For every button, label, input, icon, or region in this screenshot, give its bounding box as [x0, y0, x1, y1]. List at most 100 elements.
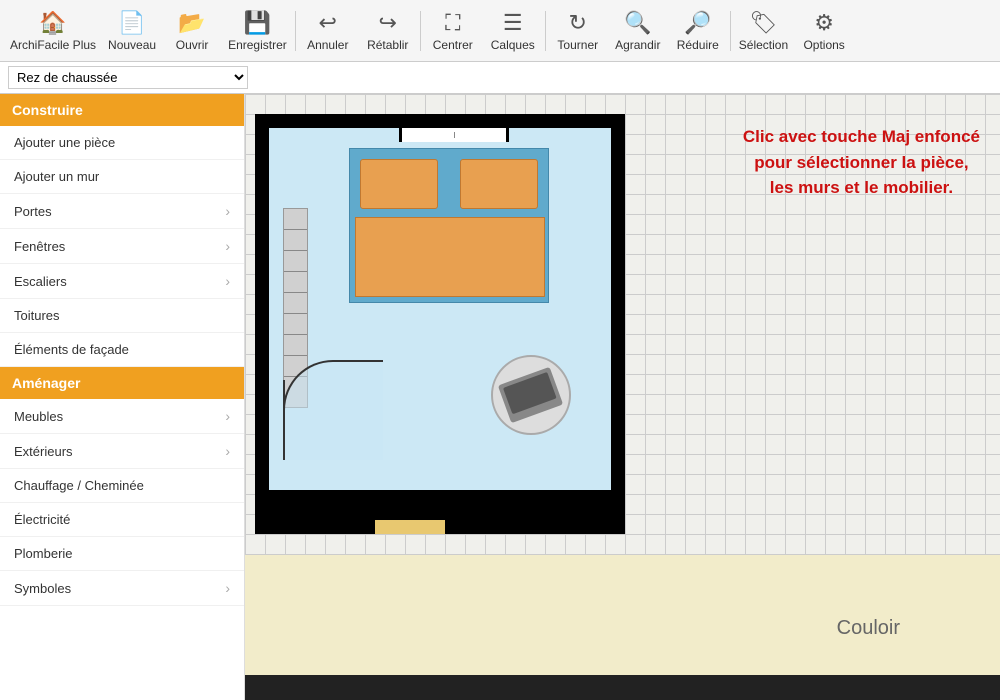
pillow-right: [460, 159, 538, 209]
corridor-wall: [255, 504, 625, 534]
options-label: Options: [803, 38, 844, 52]
window-top: [399, 128, 509, 142]
sidebar-item-exterieurs[interactable]: Extérieurs ›: [0, 434, 244, 469]
sidebar-item-electricite[interactable]: Électricité: [0, 503, 244, 537]
desk: [491, 355, 581, 440]
corridor-background: [245, 555, 1000, 675]
sidebar: Construire Ajouter une pièce Ajouter un mu…: [0, 94, 245, 700]
door-arc-inner: [283, 360, 383, 460]
sidebar-item-label-elements-facade: Éléments de façade: [14, 342, 129, 357]
tooltip-text: Clic avec touche Maj enfoncépour sélecti…: [743, 124, 980, 201]
annuler-label: Annuler: [307, 38, 348, 52]
sidebar-arrow-exterieurs: ›: [225, 443, 230, 459]
toolbar-item-agrandir[interactable]: 🔍 Agrandir: [608, 3, 668, 59]
main-layout: Construire Ajouter une pièce Ajouter un mu…: [0, 94, 1000, 700]
centrer-label: Centrer: [433, 38, 473, 52]
sidebar-section-construire: Construire: [0, 94, 244, 126]
agrandir-icon: 🔍: [624, 10, 651, 36]
sidebar-item-fenetres[interactable]: Fenêtres ›: [0, 229, 244, 264]
room-inner: [269, 128, 611, 490]
sidebar-item-toitures[interactable]: Toitures: [0, 299, 244, 333]
calques-label: Calques: [491, 38, 535, 52]
reduire-icon: 🔎: [684, 10, 711, 36]
blanket: [355, 217, 545, 297]
sidebar-arrow-meubles: ›: [225, 408, 230, 424]
door-opening: [375, 520, 445, 534]
sidebar-item-chauffage[interactable]: Chauffage / Cheminée: [0, 469, 244, 503]
sidebar-item-plomberie[interactable]: Plomberie: [0, 537, 244, 571]
toolbar-item-ouvrir[interactable]: 📂 Ouvrir: [162, 3, 222, 59]
couloir-label: Couloir: [837, 617, 900, 640]
sidebar-item-label-portes: Portes: [14, 204, 52, 219]
sidebar-item-label-plomberie: Plomberie: [14, 546, 73, 561]
floorplan: [255, 114, 635, 534]
annuler-icon: ↩: [319, 10, 337, 36]
pillow-left: [360, 159, 438, 209]
sidebar-item-elements-facade[interactable]: Éléments de façade: [0, 333, 244, 367]
calques-icon: ☰: [503, 10, 523, 36]
retablir-label: Rétablir: [367, 38, 408, 52]
sidebar-item-label-ajouter-mur: Ajouter un mur: [14, 169, 99, 184]
door-arc: [283, 360, 383, 460]
toolbar-separator: [420, 11, 421, 51]
sidebar-item-label-ajouter-piece: Ajouter une pièce: [14, 135, 115, 150]
sidebar-item-label-chauffage: Chauffage / Cheminée: [14, 478, 144, 493]
toolbar-item-retablir[interactable]: ↪ Rétablir: [358, 3, 418, 59]
toolbar-separator: [730, 11, 731, 51]
sidebar-item-label-exterieurs: Extérieurs: [14, 444, 73, 459]
toolbar-separator: [545, 11, 546, 51]
sidebar-item-label-symboles: Symboles: [14, 581, 71, 596]
agrandir-label: Agrandir: [615, 38, 660, 52]
toolbar-item-centrer[interactable]: ⛶ Centrer: [423, 3, 483, 59]
sidebar-item-symboles[interactable]: Symboles ›: [0, 571, 244, 606]
room-outer-wall: [255, 114, 625, 504]
toolbar-item-enregistrer[interactable]: 💾 Enregistrer: [222, 3, 293, 59]
toolbar: 🏠 ArchiFacile Plus 📄 Nouveau 📂 Ouvrir 💾 …: [0, 0, 1000, 62]
toolbar-item-annuler[interactable]: ↩ Annuler: [298, 3, 358, 59]
enregistrer-icon: 💾: [244, 10, 271, 36]
nouveau-icon: 📄: [118, 10, 145, 36]
toolbar-item-nouveau[interactable]: 📄 Nouveau: [102, 3, 162, 59]
sidebar-item-label-escaliers: Escaliers: [14, 274, 67, 289]
ouvrir-icon: 📂: [178, 10, 205, 36]
bed: [349, 148, 549, 303]
sidebar-item-label-meubles: Meubles: [14, 409, 63, 424]
bottom-bar: [245, 675, 1000, 700]
retablir-icon: ↪: [379, 10, 397, 36]
selection-label: Sélection: [739, 38, 788, 52]
tourner-label: Tourner: [557, 38, 598, 52]
options-icon: ⚙: [814, 10, 834, 36]
sidebar-item-label-fenetres: Fenêtres: [14, 239, 65, 254]
tourner-icon: ↻: [569, 10, 587, 36]
sidebar-item-ajouter-mur[interactable]: Ajouter un mur: [0, 160, 244, 194]
sidebar-item-escaliers[interactable]: Escaliers ›: [0, 264, 244, 299]
toolbar-item-options[interactable]: ⚙ Options: [794, 3, 854, 59]
floor-selector: Rez de chaussée1er étage2ème étage: [0, 62, 1000, 94]
centrer-icon: ⛶: [445, 10, 460, 36]
selection-icon: 🏷: [749, 10, 777, 36]
sidebar-item-meubles[interactable]: Meubles ›: [0, 399, 244, 434]
sidebar-item-portes[interactable]: Portes ›: [0, 194, 244, 229]
sidebar-arrow-escaliers: ›: [225, 273, 230, 289]
sidebar-arrow-fenetres: ›: [225, 238, 230, 254]
sidebar-arrow-symboles: ›: [225, 580, 230, 596]
nouveau-label: Nouveau: [108, 38, 156, 52]
toolbar-item-selection[interactable]: 🏷 Sélection: [733, 3, 794, 59]
ouvrir-label: Ouvrir: [176, 38, 209, 52]
sidebar-item-label-toitures: Toitures: [14, 308, 60, 323]
enregistrer-label: Enregistrer: [228, 38, 287, 52]
toolbar-separator: [295, 11, 296, 51]
canvas-area[interactable]: Clic avec touche Maj enfoncépour sélecti…: [245, 94, 1000, 700]
archifacile-icon: 🏠: [39, 10, 66, 36]
floor-select[interactable]: Rez de chaussée1er étage2ème étage: [8, 66, 248, 89]
door-line: [283, 380, 285, 460]
toolbar-item-calques[interactable]: ☰ Calques: [483, 3, 543, 59]
toolbar-item-reduire[interactable]: 🔎 Réduire: [668, 3, 728, 59]
toolbar-item-tourner[interactable]: ↻ Tourner: [548, 3, 608, 59]
toolbar-item-archifacile[interactable]: 🏠 ArchiFacile Plus: [4, 3, 102, 59]
sidebar-arrow-portes: ›: [225, 203, 230, 219]
sidebar-section-amenager: Aménager: [0, 367, 244, 399]
reduire-label: Réduire: [677, 38, 719, 52]
archifacile-label: ArchiFacile Plus: [10, 38, 96, 52]
sidebar-item-ajouter-piece[interactable]: Ajouter une pièce: [0, 126, 244, 160]
